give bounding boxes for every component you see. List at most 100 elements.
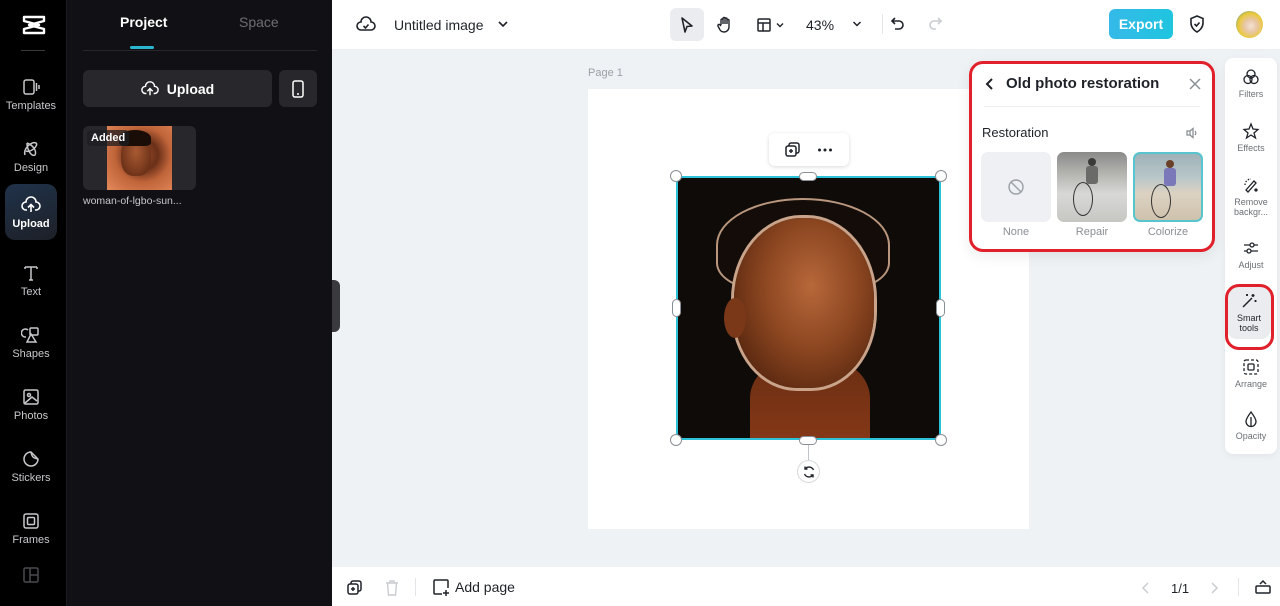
rail-item-shapes[interactable]: Shapes <box>5 314 57 370</box>
rt-item-remove-background[interactable]: Remove backgr... <box>1225 176 1277 217</box>
rail-divider <box>21 50 45 51</box>
selected-photo[interactable] <box>676 176 941 440</box>
element-floating-toolbar <box>769 133 849 166</box>
rail-item-design[interactable]: Design <box>5 128 57 184</box>
bottom-divider <box>1238 578 1239 596</box>
hand-icon <box>717 16 730 33</box>
option-label: None <box>1002 226 1030 238</box>
rail-label: Upload <box>12 217 50 230</box>
tab-space[interactable]: Space <box>239 14 279 30</box>
add-page-button[interactable]: Add page <box>432 578 515 596</box>
app: Templates Design Upload Text Shapes Phot… <box>0 0 1280 606</box>
close-icon[interactable] <box>1188 77 1202 91</box>
rail-item-text[interactable]: Text <box>5 252 57 308</box>
next-page-icon[interactable] <box>1208 581 1220 595</box>
resize-handle-bottom-right[interactable] <box>935 434 947 446</box>
effects-star-icon <box>1242 122 1260 140</box>
cursor-icon <box>681 16 693 33</box>
stickers-icon <box>23 450 39 467</box>
rt-item-adjust[interactable]: Adjust <box>1225 239 1277 270</box>
more-options-icon[interactable] <box>816 141 834 159</box>
section-label: Restoration <box>982 125 1049 140</box>
delete-page-icon[interactable] <box>384 579 400 597</box>
colorize-preview-hoop <box>1151 184 1171 218</box>
add-page-label: Add page <box>455 579 515 595</box>
document-title[interactable]: Untitled image <box>394 17 484 33</box>
option-none[interactable] <box>981 152 1051 222</box>
rt-item-effects[interactable]: Effects <box>1225 122 1277 153</box>
upload-cloud-icon <box>21 195 41 212</box>
asset-name: woman-of-lgbo-sun... <box>83 195 182 207</box>
no-symbol-icon <box>1008 179 1024 195</box>
shield-check-icon[interactable] <box>1187 14 1207 34</box>
option-colorize[interactable] <box>1133 152 1203 222</box>
rotate-handle[interactable] <box>797 460 820 483</box>
page-indicator: 1/1 <box>1171 581 1190 596</box>
option-repair[interactable] <box>1057 152 1127 222</box>
option-label: Colorize <box>1147 226 1189 238</box>
page-label: Page 1 <box>588 67 623 79</box>
rt-item-arrange[interactable]: Arrange <box>1225 358 1277 389</box>
back-arrow-icon[interactable] <box>982 76 998 92</box>
templates-icon <box>23 78 40 95</box>
active-tab-indicator <box>130 46 154 49</box>
bottom-bar: Add page 1/1 <box>332 567 1280 606</box>
upload-cloud-icon <box>140 80 159 95</box>
panel-divider <box>984 106 1200 107</box>
speaker-icon[interactable] <box>1185 126 1199 140</box>
rt-label: Remove backgr... <box>1233 197 1269 217</box>
capcut-logo-icon[interactable] <box>0 10 67 40</box>
layout-panel-icon[interactable] <box>22 566 40 584</box>
rail-item-photos[interactable]: Photos <box>5 376 57 432</box>
magic-wand-icon <box>1242 294 1257 308</box>
rail-label: Photos <box>13 409 49 422</box>
export-button[interactable]: Export <box>1109 9 1173 39</box>
resize-handle-top[interactable] <box>799 172 817 181</box>
resize-handle-top-right[interactable] <box>935 170 947 182</box>
old-photo-restoration-panel: Old photo restoration Restoration None R… <box>969 61 1215 252</box>
layout-icon <box>756 17 771 32</box>
asset-thumbnail[interactable]: Added <box>83 126 196 190</box>
rt-item-smart-tools[interactable]: Smart tools <box>1227 286 1271 339</box>
previous-page-icon[interactable] <box>1140 581 1152 595</box>
rt-label: Adjust <box>1238 260 1264 270</box>
rotate-icon <box>803 465 814 478</box>
rail-item-stickers[interactable]: Stickers <box>5 438 57 494</box>
chevron-down-icon[interactable] <box>496 17 510 31</box>
resize-handle-bottom-left[interactable] <box>670 434 682 446</box>
resize-handle-right[interactable] <box>936 299 945 317</box>
rail-item-templates[interactable]: Templates <box>5 66 57 122</box>
cloud-saved-icon[interactable] <box>356 14 376 34</box>
expand-pages-icon[interactable] <box>1254 579 1272 595</box>
rt-label: Arrange <box>1234 379 1268 389</box>
rail-item-upload[interactable]: Upload <box>5 184 57 240</box>
redo-icon[interactable] <box>926 15 944 33</box>
resize-handle-bottom[interactable] <box>799 436 817 445</box>
duplicate-icon[interactable] <box>784 141 802 159</box>
rail-label: Text <box>20 285 42 298</box>
rt-item-filters[interactable]: Filters <box>1225 68 1277 99</box>
zoom-level[interactable]: 43% <box>806 17 834 33</box>
rail-item-frames[interactable]: Frames <box>5 500 57 556</box>
upload-button[interactable]: Upload <box>83 70 272 107</box>
rt-item-opacity[interactable]: Opacity <box>1225 410 1277 441</box>
panel-tabs: Project Space <box>83 0 317 51</box>
user-avatar[interactable] <box>1236 11 1263 38</box>
select-tool[interactable] <box>670 8 704 41</box>
photos-icon <box>23 388 39 405</box>
right-toolbar: Filters Effects Remove backgr... Adjust … <box>1225 58 1277 454</box>
text-icon <box>24 265 38 281</box>
hand-tool[interactable] <box>708 8 742 41</box>
frames-icon <box>23 512 39 529</box>
tab-project[interactable]: Project <box>120 14 167 30</box>
undo-icon[interactable] <box>889 15 907 33</box>
layout-tool[interactable] <box>750 8 790 41</box>
resize-handle-top-left[interactable] <box>670 170 682 182</box>
collapse-panel-handle[interactable] <box>332 280 340 332</box>
duplicate-page-icon[interactable] <box>346 579 364 597</box>
resize-handle-left[interactable] <box>672 299 681 317</box>
mobile-upload-button[interactable] <box>279 70 317 107</box>
rotate-connector <box>808 445 809 461</box>
remove-background-icon <box>1244 178 1258 193</box>
zoom-dropdown-chevron-icon[interactable] <box>851 18 863 30</box>
